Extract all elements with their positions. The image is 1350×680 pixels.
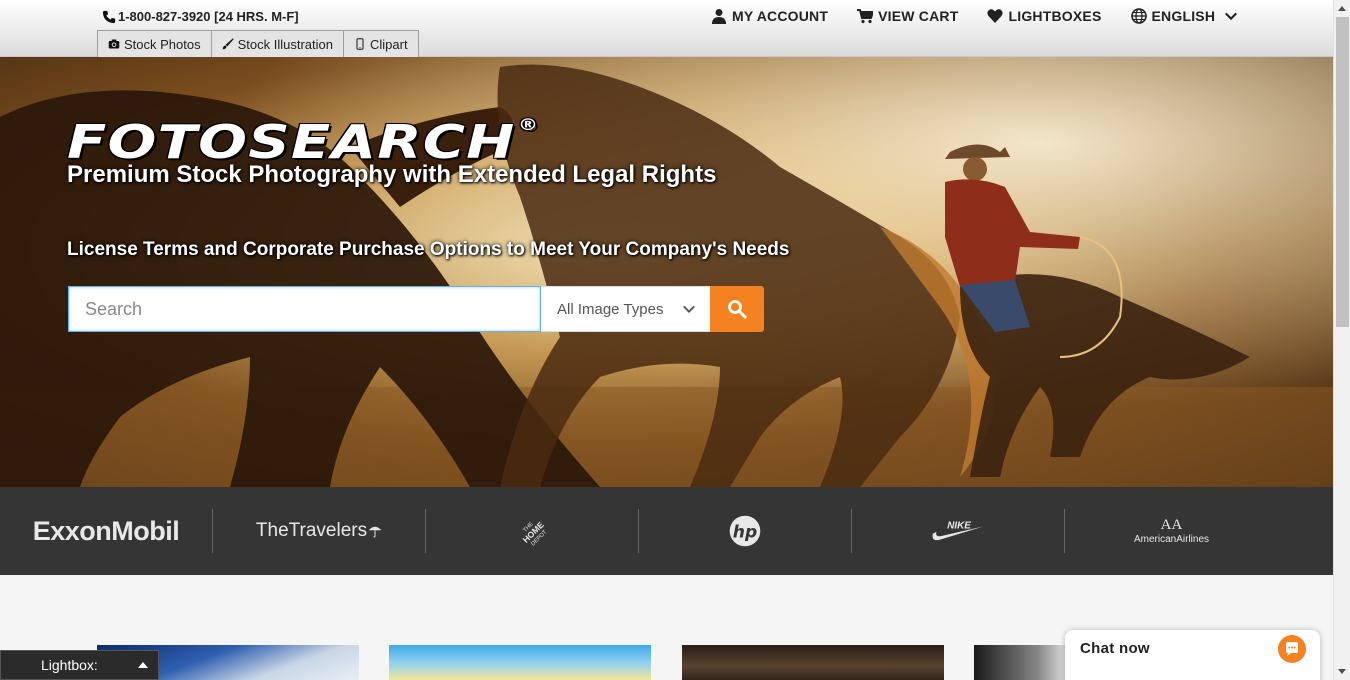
nike-logo: NIKE — [852, 509, 1065, 553]
featured-image-thumbnail[interactable] — [682, 645, 944, 680]
aa-mark: AA — [1160, 517, 1183, 534]
lightbox-label: Lightbox: — [41, 657, 98, 673]
globe-icon — [1130, 8, 1147, 24]
featured-image-thumbnail[interactable] — [389, 645, 651, 680]
phone-text: 1-800-827-3920 [24 HRS. M-F] — [118, 9, 299, 24]
aa-name: AmericanAirlines — [1133, 533, 1210, 545]
caret-up-icon — [138, 662, 148, 668]
language-selector[interactable]: ENGLISH — [1130, 8, 1239, 24]
client-logos-strip: ExxonMobil TheTravelers THE HOME DEPOT h… — [0, 487, 1333, 575]
image-type-tabs: Stock Photos Stock Illustration Clipart — [97, 30, 419, 57]
brush-icon — [222, 38, 234, 50]
featured-image-thumbnail[interactable] — [974, 645, 1066, 680]
search-icon — [728, 300, 747, 319]
svg-text:hp: hp — [733, 522, 757, 542]
tab-stock-illustration[interactable]: Stock Illustration — [210, 30, 344, 57]
exxonmobil-logo: ExxonMobil — [0, 509, 213, 553]
my-account-label: MY ACCOUNT — [732, 8, 829, 24]
chat-widget[interactable]: Chat now — [1065, 630, 1320, 680]
scrollbar-thumb[interactable] — [1336, 17, 1349, 327]
page-scrollbar[interactable] — [1333, 0, 1350, 680]
cart-icon — [857, 9, 874, 24]
camera-icon — [108, 39, 120, 49]
account-nav: MY ACCOUNT VIEW CART LIGHTBOXES ENGLISH — [711, 8, 1267, 24]
hero-subline: License Terms and Corporate Purchase Opt… — [67, 239, 790, 260]
scroll-down-arrow[interactable] — [1338, 669, 1346, 674]
language-label: ENGLISH — [1151, 8, 1216, 24]
hp-mark: hp — [729, 515, 761, 547]
phone-number[interactable]: 1-800-827-3920 [24 HRS. M-F] — [102, 9, 299, 24]
user-icon — [712, 9, 726, 24]
top-bar: 1-800-827-3920 [24 HRS. M-F] MY ACCOUNT … — [0, 0, 1333, 57]
travelers-logo: TheTravelers — [213, 509, 426, 553]
lightboxes-label: LIGHTBOXES — [1008, 8, 1102, 24]
american-airlines-text: AA AmericanAirlines — [1134, 517, 1209, 545]
search-button[interactable] — [710, 286, 764, 332]
hero-tagline: Premium Stock Photography with Extended … — [67, 161, 717, 188]
chevron-down-icon — [683, 305, 695, 313]
view-cart-link[interactable]: VIEW CART — [857, 8, 958, 24]
tab-clipart-label: Clipart — [369, 36, 408, 52]
view-cart-label: VIEW CART — [878, 8, 959, 24]
image-type-select[interactable]: All Image Types — [541, 286, 710, 332]
my-account-link[interactable]: MY ACCOUNT — [711, 8, 828, 24]
tab-clipart[interactable]: Clipart — [342, 30, 419, 57]
search-input[interactable] — [68, 286, 541, 332]
chevron-down-icon — [1225, 12, 1238, 21]
image-type-value: All Image Types — [557, 300, 664, 318]
tab-stock-illustration-label: Stock Illustration — [237, 36, 333, 52]
chat-label: Chat now — [1080, 640, 1150, 657]
umbrella-icon — [368, 526, 382, 538]
chat-bubble-icon — [1278, 634, 1306, 663]
scroll-up-arrow[interactable] — [1338, 6, 1346, 11]
phone-icon — [102, 10, 116, 23]
mobile-icon — [356, 38, 364, 50]
tab-stock-photos[interactable]: Stock Photos — [97, 30, 212, 57]
hp-logo: hp — [639, 509, 852, 553]
search-bar: All Image Types — [68, 286, 764, 332]
svg-text:NIKE: NIKE — [947, 520, 971, 531]
home-depot-logo: THE HOME DEPOT — [426, 509, 639, 553]
american-airlines-logo: AA AmericanAirlines — [1065, 509, 1278, 553]
tab-stock-photos-label: Stock Photos — [124, 36, 201, 52]
heart-icon — [987, 9, 1004, 23]
hero-banner: FOTOSEARCH ® Premium Stock Photography wi… — [0, 57, 1333, 487]
registered-mark: ® — [518, 115, 540, 134]
nike-swoosh: NIKE — [932, 520, 984, 541]
home-depot-mark: THE HOME DEPOT — [521, 519, 549, 547]
lightbox-bar[interactable]: Lightbox: — [0, 650, 159, 680]
lightboxes-link[interactable]: LIGHTBOXES — [987, 8, 1101, 24]
travelers-text: TheTravelers — [255, 520, 368, 541]
exxonmobil-text: ExxonMobil — [32, 515, 180, 546]
